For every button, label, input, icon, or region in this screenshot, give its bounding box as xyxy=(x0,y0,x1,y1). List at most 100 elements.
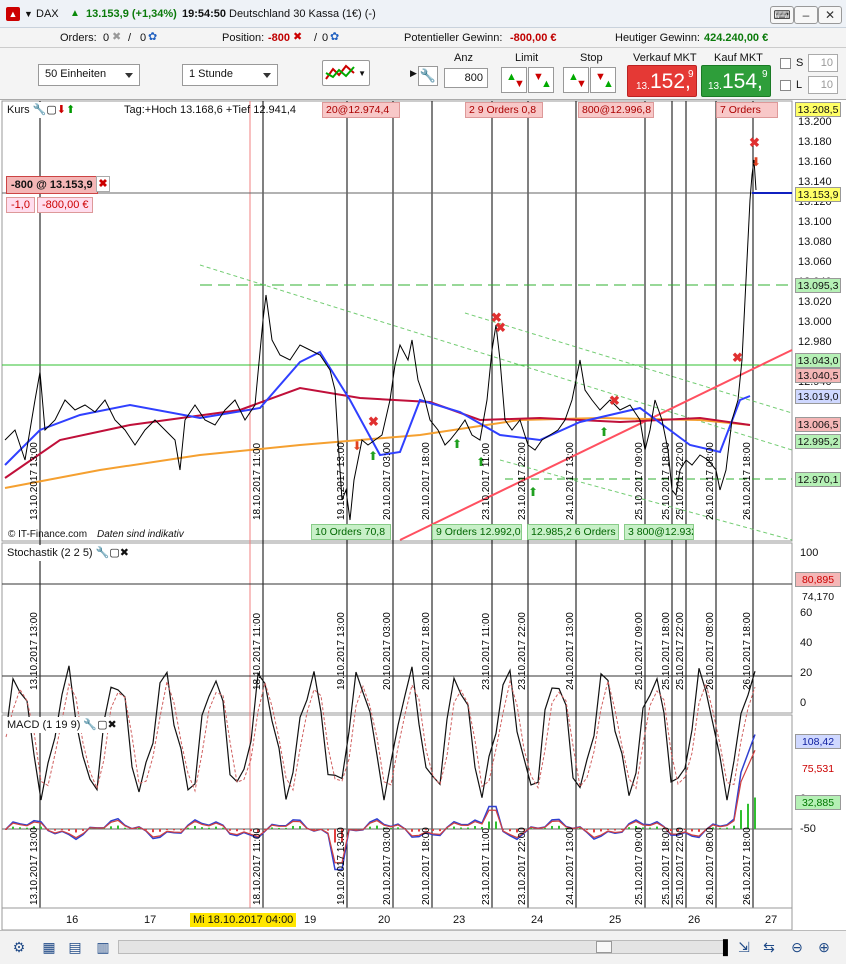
window-icon[interactable]: ▢ xyxy=(97,719,107,731)
compress-icon[interactable]: ⇆ xyxy=(760,938,778,956)
macd-bar xyxy=(698,829,700,832)
sell-marker: ✖ xyxy=(749,135,760,150)
s-checkbox[interactable] xyxy=(780,58,791,69)
macd-bar xyxy=(327,829,329,831)
layout-icon[interactable]: ▤ xyxy=(66,938,84,956)
indicators-icon[interactable]: ▥ xyxy=(94,938,112,956)
price-axis-label: 13.020 xyxy=(798,296,832,308)
order-tag-buy[interactable]: 9 Orders 12.992,0 xyxy=(432,524,522,540)
symbol-dropdown[interactable]: ▼ xyxy=(24,9,33,19)
close-button[interactable]: ✕ xyxy=(818,6,842,24)
session-label: 26.10.2017 08:00 xyxy=(705,612,716,690)
close-icon[interactable]: ✖ xyxy=(108,719,117,731)
close-position-icon[interactable]: ✖ xyxy=(96,176,110,192)
l-checkbox[interactable] xyxy=(780,80,791,91)
sell-marker: ✖ xyxy=(495,320,506,335)
scroll-track[interactable] xyxy=(118,940,728,954)
wrench-icon[interactable]: 🔧 xyxy=(96,547,110,559)
x-axis-day: 23 xyxy=(453,914,466,926)
session-label: 23.10.2017 22:00 xyxy=(517,612,528,690)
units-select[interactable]: 50 Einheiten xyxy=(38,64,140,86)
order-tag-buy[interactable]: 10 Orders 70,8 xyxy=(311,524,391,540)
price-tag: 12.995,2 xyxy=(795,434,841,449)
macd-bar xyxy=(551,825,553,829)
limit-buy-button[interactable]: ▼ ▲ xyxy=(528,67,554,93)
scroll-thumb[interactable] xyxy=(596,941,612,953)
keyboard-icon[interactable]: ⌨ xyxy=(770,6,794,24)
today-gain-value: 424.240,00 € xyxy=(704,32,769,44)
chart-area[interactable]: ✖ ✖ ✖ ✖ ✖ ✖ ⬇ ⬇ ⬆ ⬆ ⬆ ⬆ ⬆ 13.10.2017 13:00 13.… xyxy=(0,100,846,930)
macd-bar xyxy=(600,829,602,832)
macd-bar xyxy=(544,828,546,829)
buy-market-button[interactable]: 13. 154, 9 xyxy=(701,65,771,97)
limit-sell-button[interactable]: ▲ ▼ xyxy=(501,67,527,93)
window-icon[interactable]: ▢ xyxy=(46,104,56,116)
macd-bar xyxy=(656,826,658,829)
window-icon[interactable]: ▢ xyxy=(109,547,119,559)
order-tag-sell[interactable]: 7 Orders xyxy=(716,102,778,118)
zoom-in-icon[interactable]: ⊕ xyxy=(815,938,833,956)
session-label: 25.10.2017 22:00 xyxy=(675,827,686,905)
orders-label: Orders: xyxy=(60,32,97,44)
session-label: 19.10.2017 13:00 xyxy=(336,442,347,520)
order-tag-sell[interactable]: 800@12.996,8 xyxy=(578,102,654,118)
macd-bar xyxy=(236,829,238,832)
order-tag-sell[interactable]: 20@12.974,4 xyxy=(322,102,400,118)
macd-bar xyxy=(117,825,119,829)
close-position-icon[interactable]: ✖ xyxy=(293,30,302,43)
down-arrow-icon: ⬇ xyxy=(751,155,761,169)
session-label: 25.10.2017 09:00 xyxy=(634,442,645,520)
stoch-axis-label: 60 xyxy=(800,607,813,619)
session-label: 26.10.2017 18:00 xyxy=(742,612,753,690)
x-axis-day: 24 xyxy=(531,914,544,926)
x-axis-day: 19 xyxy=(304,914,317,926)
chart-settings-icon[interactable]: ⚙ xyxy=(10,938,28,956)
macd-bar xyxy=(586,829,588,831)
scroll-end-icon[interactable]: ▐ xyxy=(714,938,732,956)
down-arrow-icon[interactable]: ⬇ xyxy=(57,104,66,116)
macd-bar xyxy=(621,829,623,831)
zoom-out-icon[interactable]: ⊖ xyxy=(788,938,806,956)
cancel-orders-icon[interactable]: ✖ xyxy=(112,30,121,43)
chart-type-button[interactable]: ▼ xyxy=(322,60,370,86)
grid-icon[interactable]: ▦ xyxy=(40,938,58,956)
wrench-icon[interactable]: 🔧 xyxy=(83,719,97,731)
macd-bar xyxy=(432,829,434,831)
orders-settings-icon[interactable]: ✿ xyxy=(148,30,157,43)
session-label: 24.10.2017 13:00 xyxy=(565,612,576,690)
order-tag-buy[interactable]: 3 800@12.932,7 xyxy=(624,524,694,540)
macd-tag-line: 108,42 xyxy=(795,734,841,749)
clock-time: 19:54:50 xyxy=(182,8,227,20)
position-settings-icon[interactable]: ✿ xyxy=(330,30,339,43)
macd-bar xyxy=(285,827,287,829)
wrench-button[interactable]: 🔧 xyxy=(418,66,438,86)
position-tag[interactable]: -800 @ 13.153,9 xyxy=(6,176,98,194)
stop-sell-button[interactable]: ▼ ▲ xyxy=(590,67,616,93)
anz-input[interactable]: 800 xyxy=(444,68,488,88)
stop-buy-button[interactable]: ▲ ▼ xyxy=(563,67,589,93)
macd-bar xyxy=(369,826,371,829)
price-axis-label: 13.100 xyxy=(798,216,832,228)
close-icon[interactable]: ✖ xyxy=(120,547,129,559)
session-label: 13.10.2017 13:00 xyxy=(29,442,40,520)
stoch-tag-d: 74,170 xyxy=(795,589,841,604)
sell-label: Verkauf MKT xyxy=(633,52,697,64)
up-arrow-icon[interactable]: ⬆ xyxy=(66,104,75,116)
sell-marker: ✖ xyxy=(609,393,620,408)
interval-select[interactable]: 1 Stunde xyxy=(182,64,278,86)
collapse-arrow-icon[interactable]: ▶ xyxy=(410,68,417,79)
s-input[interactable]: 10 xyxy=(808,54,838,72)
minimize-button[interactable]: – xyxy=(794,6,818,24)
sell-market-button[interactable]: 13. 152, 9 xyxy=(627,65,697,97)
wrench-icon[interactable]: 🔧 xyxy=(33,104,47,116)
macd-bar xyxy=(733,825,735,829)
cursor-date: Mi 18.10.2017 04:00 xyxy=(190,913,297,927)
x-axis-day: 20 xyxy=(378,914,391,926)
fit-icon[interactable]: ⇲ xyxy=(735,938,753,956)
l-input[interactable]: 10 xyxy=(808,76,838,94)
order-tag-sell[interactable]: 2 9 Orders 0,8 xyxy=(465,102,543,118)
up-arrow-icon: ⬆ xyxy=(599,425,609,439)
chart-app-icon[interactable]: ▲ xyxy=(6,7,20,21)
order-tag-buy[interactable]: 12.985,2 6 Orders xyxy=(527,524,619,540)
macd-bar xyxy=(222,827,224,829)
